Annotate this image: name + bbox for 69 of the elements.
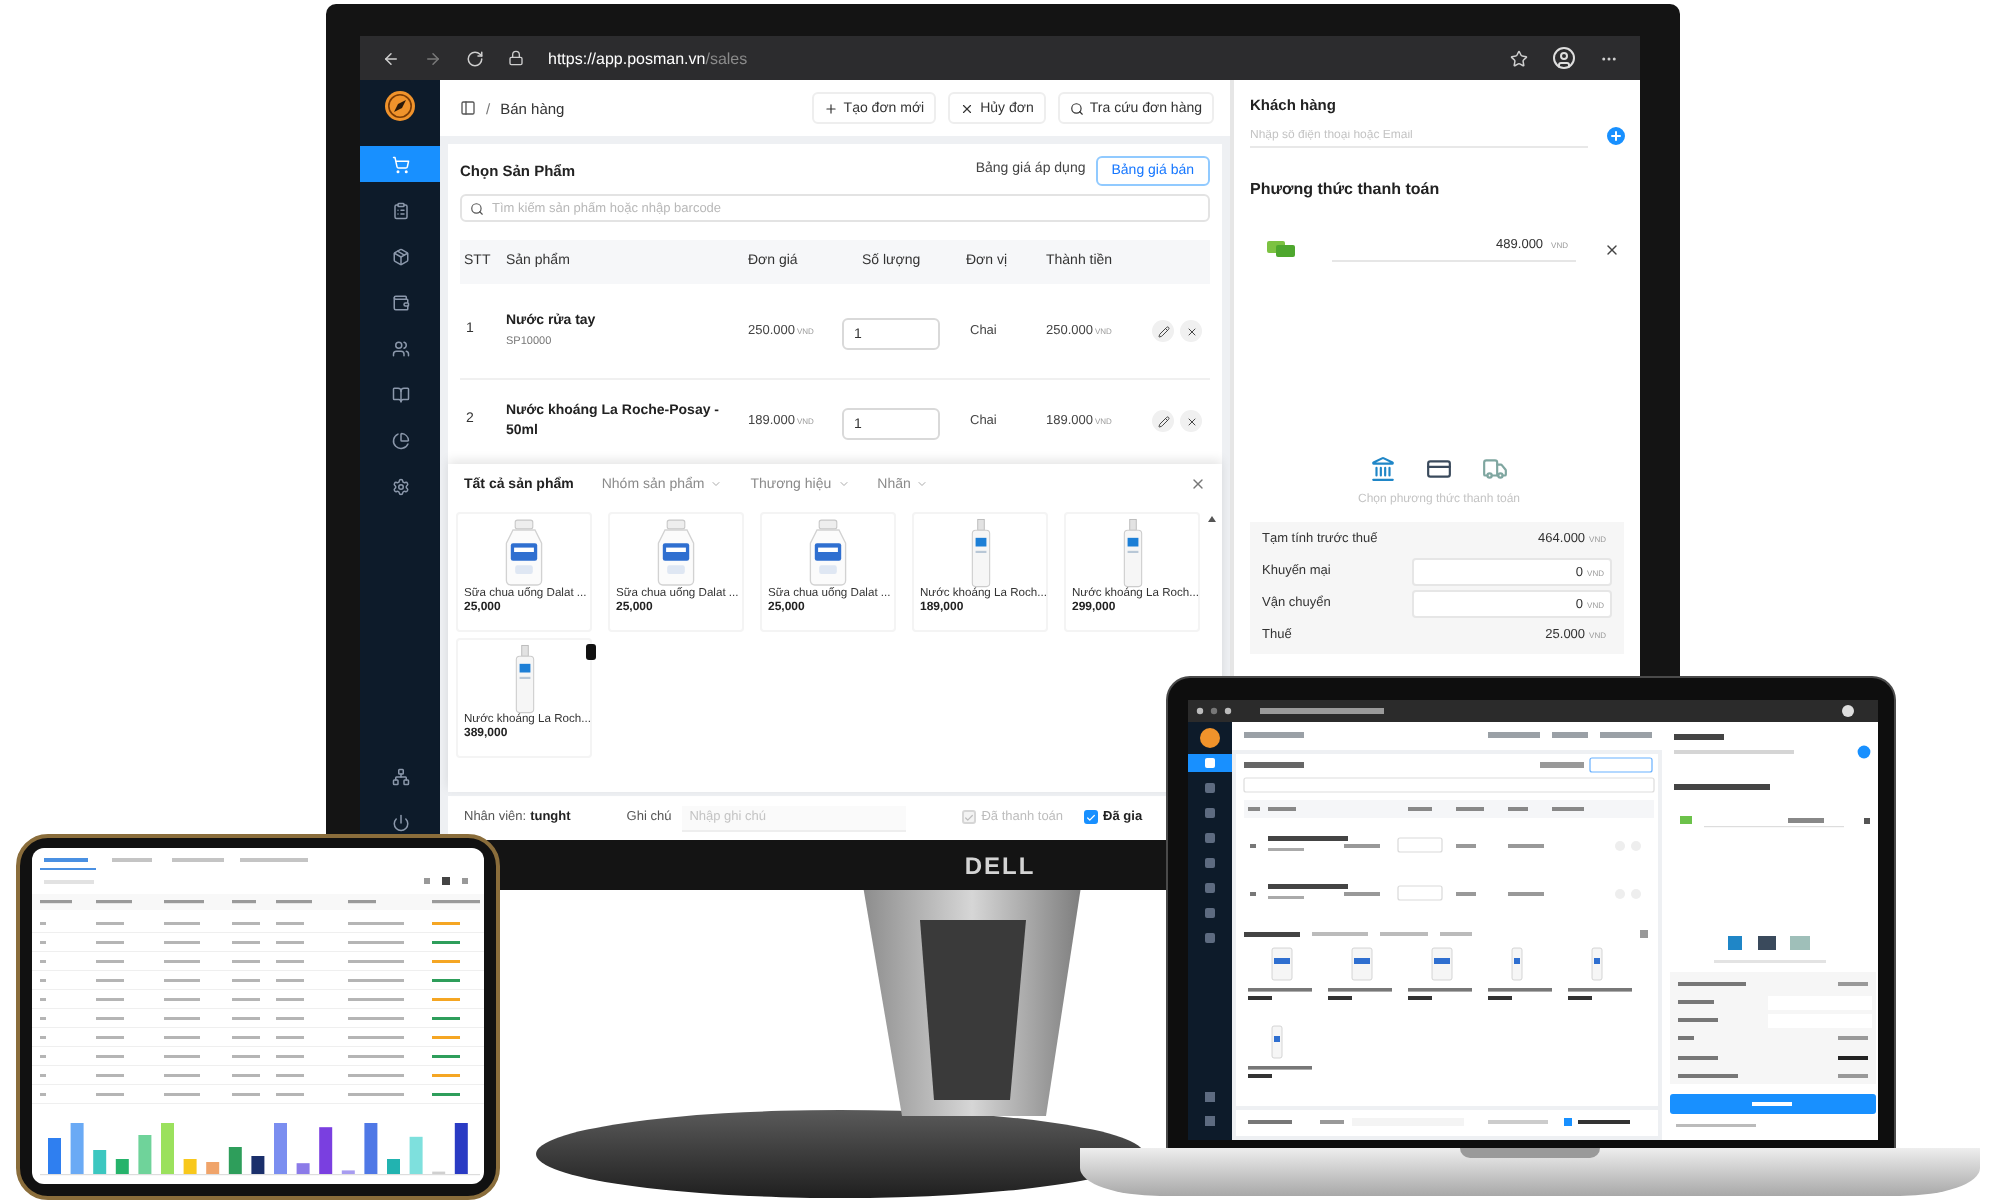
edit-button[interactable] — [1152, 410, 1174, 432]
bottle-drawing — [502, 518, 546, 586]
edit-button[interactable] — [1152, 320, 1174, 342]
section-title: Phương thức thanh toán — [1250, 180, 1442, 200]
chevron-down-icon — [837, 478, 850, 490]
truck-icon[interactable] — [1482, 455, 1508, 482]
cart-icon — [391, 155, 409, 173]
bottle-drawing — [654, 518, 698, 586]
users-icon — [391, 339, 409, 357]
add-icon[interactable] — [1604, 124, 1628, 148]
chart-bar — [228, 1147, 242, 1174]
checkbox[interactable] — [1083, 810, 1098, 825]
scroll-up-icon[interactable] — [1208, 516, 1216, 522]
bottle-drawing — [511, 643, 537, 713]
close-icon — [960, 101, 975, 115]
avatar-icon[interactable] — [1552, 46, 1576, 70]
pie-chart-icon — [391, 431, 409, 449]
star-icon[interactable] — [1510, 49, 1528, 67]
chart-bar — [364, 1123, 378, 1174]
chevron-down-icon — [710, 478, 723, 490]
bottle-drawing — [967, 517, 993, 587]
bank-icon[interactable] — [1370, 455, 1396, 482]
chart-bar — [183, 1159, 197, 1174]
url-text[interactable]: https://app.posman.vn/sales — [548, 49, 1486, 67]
search-icon — [470, 201, 484, 215]
back-icon[interactable] — [382, 49, 400, 67]
book-icon — [391, 385, 409, 403]
chart-bar — [387, 1159, 400, 1174]
check-icon — [1085, 811, 1096, 824]
panel-icon[interactable] — [460, 100, 476, 116]
remove-button[interactable] — [1180, 320, 1202, 342]
chart-bar — [409, 1136, 423, 1174]
chevron-down-icon — [916, 478, 929, 490]
remove-button[interactable] — [1180, 410, 1202, 432]
search-icon — [1069, 101, 1084, 115]
logo-icon — [384, 90, 416, 122]
chart-bar — [206, 1162, 220, 1174]
close-icon[interactable] — [1190, 476, 1206, 492]
chart-bar — [48, 1138, 61, 1174]
cash-icon — [1266, 240, 1296, 259]
close-icon — [1185, 415, 1197, 427]
bottle-drawing — [1119, 517, 1145, 587]
power-icon — [391, 813, 409, 831]
close-icon[interactable] — [1604, 241, 1620, 258]
chart-bar — [115, 1159, 129, 1174]
bottle-drawing — [806, 518, 850, 586]
forward-icon[interactable] — [424, 49, 442, 67]
chart-bar — [138, 1135, 152, 1174]
chart-bar — [319, 1127, 333, 1174]
chart-bar — [296, 1163, 310, 1174]
plus-icon — [823, 101, 838, 115]
network-icon — [391, 767, 409, 785]
clipboard-icon — [391, 201, 409, 219]
card-icon[interactable] — [1426, 455, 1452, 482]
settings-icon — [391, 477, 409, 495]
pencil-icon — [1157, 325, 1169, 337]
monitor-logo: DELL — [964, 853, 1036, 877]
close-icon — [1185, 325, 1197, 337]
chart-bar — [251, 1156, 265, 1174]
chart-bar — [454, 1123, 468, 1174]
lock-icon — [508, 50, 524, 66]
wallet-icon — [391, 293, 409, 311]
reload-icon[interactable] — [466, 49, 484, 67]
chart-bar — [93, 1150, 107, 1174]
chart-bar — [161, 1123, 174, 1174]
pencil-icon — [1157, 415, 1169, 427]
chart-bar — [274, 1123, 287, 1174]
box-icon — [391, 247, 409, 265]
chart-bar — [70, 1123, 84, 1174]
